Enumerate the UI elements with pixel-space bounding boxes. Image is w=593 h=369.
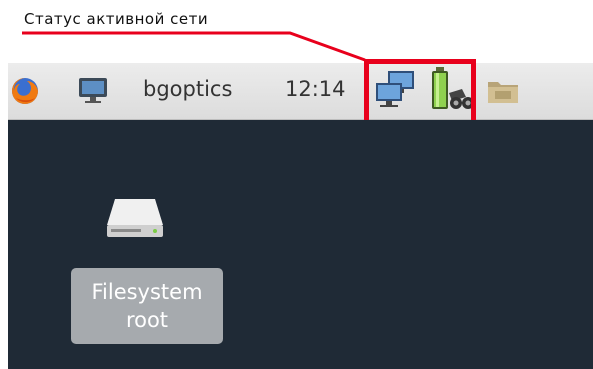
hostname-label: bgoptics xyxy=(143,77,233,101)
desktop: Filesystem root xyxy=(8,120,593,369)
firefox-icon[interactable] xyxy=(10,76,40,106)
top-panel: bgoptics 12:14 xyxy=(8,63,593,120)
drive-label-line1: Filesystem xyxy=(91,280,203,304)
drive-label-line2: root xyxy=(125,308,169,332)
network-status-highlight xyxy=(364,59,476,127)
clock[interactable]: 12:14 xyxy=(285,77,346,101)
display-icon[interactable] xyxy=(76,75,110,105)
drive-icon[interactable] xyxy=(105,195,165,241)
drive-label[interactable]: Filesystem root xyxy=(71,268,223,344)
folder-icon[interactable] xyxy=(486,77,520,105)
